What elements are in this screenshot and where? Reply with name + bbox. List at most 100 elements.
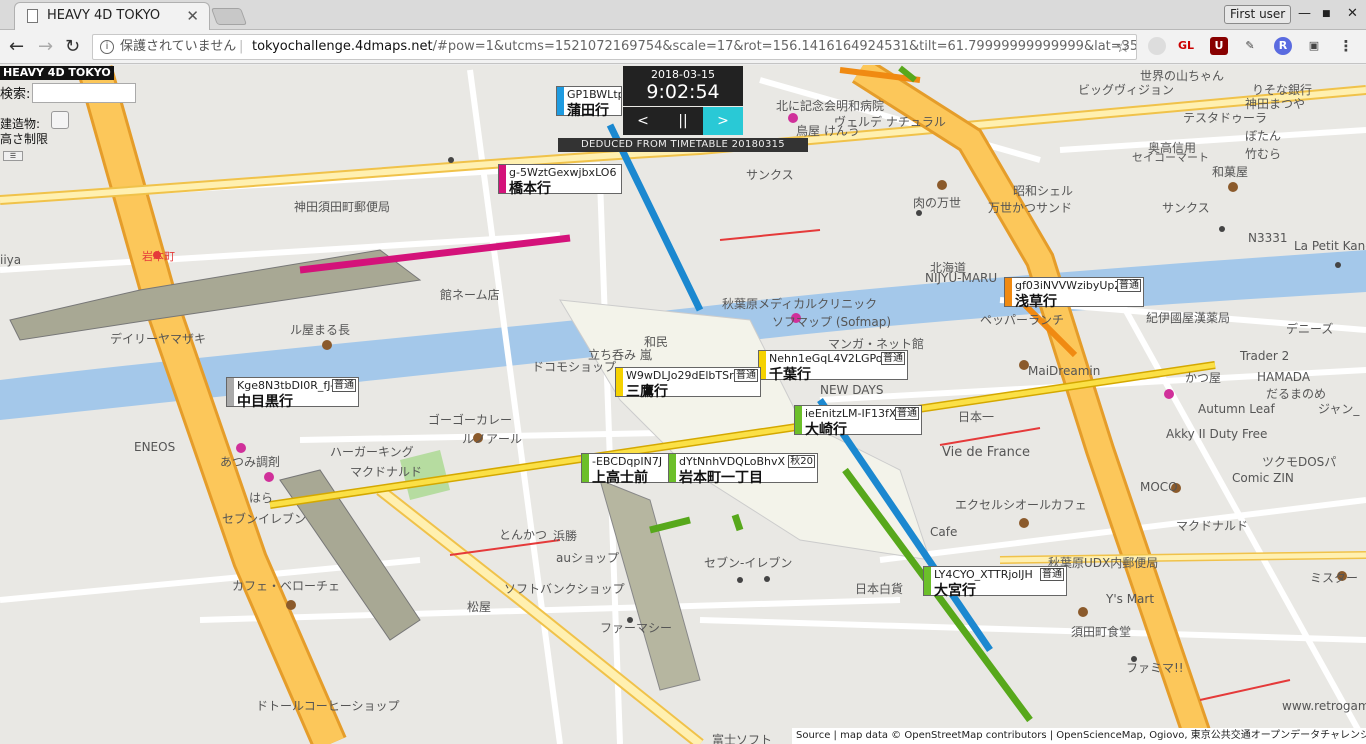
maximize-icon[interactable]: ■ bbox=[1322, 9, 1331, 19]
info-icon[interactable]: i bbox=[100, 40, 114, 54]
map-label: ルノアール bbox=[462, 432, 523, 446]
back-icon[interactable]: ← bbox=[9, 36, 24, 57]
minimize-icon[interactable]: — bbox=[1298, 6, 1311, 21]
train-line-color bbox=[616, 368, 623, 396]
train-label[interactable]: gf03iNVVWzibyUpZ 浅草行 普通 bbox=[1004, 277, 1144, 310]
map-label: マクドナルド bbox=[1176, 519, 1249, 533]
map-label: ゴーゴーカレー bbox=[428, 413, 513, 427]
map-label: ドトールコーヒーショップ bbox=[256, 699, 400, 713]
extension-gl-icon[interactable]: GL bbox=[1177, 37, 1195, 55]
train-destination: 橋本行 bbox=[509, 181, 551, 197]
security-status: 保護されていません bbox=[120, 39, 237, 54]
eyedropper-icon[interactable]: ✎ bbox=[1241, 37, 1259, 55]
next-button[interactable]: > bbox=[703, 107, 743, 135]
train-service-type: 普通 bbox=[332, 379, 356, 392]
train-label[interactable]: W9wDLJo29dElbTSr 三鷹行 普通 bbox=[615, 367, 761, 400]
map-label: セブンイレブン bbox=[222, 512, 307, 526]
reload-icon[interactable]: ↻ bbox=[65, 36, 80, 57]
map-label: ジャン_ bbox=[1318, 402, 1360, 416]
address-separator: | bbox=[239, 39, 244, 54]
map-label: 富士ソフト bbox=[712, 733, 773, 744]
map-label: テスタドゥーラ bbox=[1183, 111, 1268, 125]
search-box: 検索: bbox=[0, 83, 136, 103]
map-label: Trader 2 bbox=[1240, 349, 1290, 363]
train-service-type: 普通 bbox=[881, 352, 905, 365]
train-destination: 蒲田行 bbox=[567, 103, 609, 119]
train-label[interactable]: ieEnitzLM-IF13fX 大崎行 普通 bbox=[794, 405, 922, 438]
search-label: 検索: bbox=[0, 87, 31, 102]
user-profile-button[interactable]: First user bbox=[1224, 5, 1292, 24]
map-label: ハーガーキング bbox=[330, 445, 414, 459]
search-input[interactable] bbox=[32, 83, 136, 103]
menu-dots-icon[interactable]: ⋮ bbox=[1337, 37, 1355, 55]
train-label[interactable]: Kge8N3tbDI0R_fJ- 中目黒行 普通 bbox=[226, 377, 359, 410]
train-destination: 大崎行 bbox=[805, 422, 847, 438]
url-text: tokyochallenge.4dmaps.net/#pow=1&utcms=1… bbox=[252, 35, 1136, 59]
train-label[interactable]: g-5WztGexwjbxLO6 橋本行 bbox=[498, 164, 622, 197]
extension-circle-icon[interactable] bbox=[1148, 37, 1166, 55]
train-label[interactable]: LY4CYO_XTTRjolJH 大宮行 普通 bbox=[923, 566, 1067, 599]
train-destination: 浅草行 bbox=[1015, 294, 1057, 310]
map-label: ドコモショップ bbox=[532, 360, 617, 374]
height-limit-label: 高さ制限 bbox=[0, 132, 49, 146]
train-destination: 千葉行 bbox=[769, 367, 811, 383]
tab-close-icon[interactable]: ✕ bbox=[186, 7, 199, 25]
train-line-color bbox=[924, 567, 931, 595]
map-label: 竹むら bbox=[1245, 147, 1282, 161]
map-label: 和菓屋 bbox=[1212, 165, 1249, 179]
map-label: 館ネーム店 bbox=[440, 288, 500, 302]
train-destination: 上高士前 bbox=[592, 470, 648, 486]
map-label: NEW DAYS bbox=[820, 383, 884, 397]
map-label: ファミマ!! bbox=[1126, 661, 1184, 675]
train-destination: 大宮行 bbox=[934, 583, 976, 599]
map-label: Akky II Duty Free bbox=[1166, 427, 1268, 441]
train-line-color bbox=[669, 454, 676, 482]
browser-tab[interactable]: HEAVY 4D TOKYO ✕ bbox=[14, 2, 210, 30]
train-label[interactable]: GP1BWLtplIKyG 蒲田行 bbox=[556, 86, 622, 119]
new-tab-button[interactable] bbox=[210, 8, 248, 25]
timetable-source-label: DEDUCED FROM TIMETABLE 20180315 bbox=[558, 138, 808, 152]
map-label: 須田町食堂 bbox=[1071, 625, 1132, 639]
building-height-toggle[interactable] bbox=[51, 111, 69, 129]
map-label: 日本白貨 bbox=[855, 582, 904, 596]
map-label: 浜勝 bbox=[553, 529, 578, 543]
map-label: はら bbox=[249, 491, 274, 505]
map-label: N3331 bbox=[1248, 231, 1288, 245]
forward-icon[interactable]: → bbox=[38, 36, 53, 57]
map-label: 昭和シェル bbox=[1013, 184, 1074, 198]
extension-r-icon[interactable]: R bbox=[1274, 37, 1292, 55]
map-label-station: 岩本町 bbox=[142, 250, 175, 263]
map-label: ヴェルデ ナチュラル bbox=[834, 115, 946, 129]
map-attribution[interactable]: Source | map data © OpenStreetMap contri… bbox=[792, 728, 1366, 744]
map-label: あつみ調剤 bbox=[220, 455, 281, 469]
map-label: とんかつ bbox=[499, 528, 548, 542]
map-label: ソフマップ (Sofmap) bbox=[772, 315, 892, 329]
train-destination: 岩本町一丁目 bbox=[679, 470, 763, 486]
map-label: 万世かつサンド bbox=[988, 201, 1073, 215]
close-window-icon[interactable]: ✕ bbox=[1347, 6, 1358, 21]
map-label: 神田須田町郵便局 bbox=[294, 200, 391, 214]
map-label: La Petit Kang bbox=[1294, 239, 1366, 253]
map-label: デイリーヤマザキ bbox=[110, 332, 207, 346]
train-service-type: 秋20 bbox=[788, 455, 815, 468]
train-destination: 三鷹行 bbox=[626, 384, 668, 400]
prev-button[interactable]: < bbox=[623, 107, 663, 135]
map-label: カフェ・ベローチェ bbox=[232, 579, 341, 593]
map-label: Cafe bbox=[930, 525, 958, 539]
bookmark-star-icon[interactable]: ☆ bbox=[1116, 35, 1130, 59]
browser-tab-strip: HEAVY 4D TOKYO ✕ First user — ■ ✕ bbox=[0, 0, 1366, 30]
map-label: ENEOS bbox=[134, 440, 176, 454]
map-canvas[interactable]: 世界の山ちゃん ビッグヴィジョン りそな銀行 神田まつや テスタドゥーラ ぼたん… bbox=[0, 65, 1366, 744]
ublock-icon[interactable]: U bbox=[1210, 37, 1228, 55]
extension-box-icon[interactable]: ▣ bbox=[1305, 37, 1323, 55]
train-label[interactable]: Nehn1eGqL4V2LGPo 千葉行 普通 bbox=[758, 350, 908, 383]
map-label: auショップ bbox=[556, 551, 619, 565]
pause-button[interactable]: || bbox=[663, 107, 703, 135]
clock-time: 9:02:54 bbox=[646, 81, 720, 103]
map-label: 北に記念会明和病院 bbox=[776, 99, 885, 113]
train-label[interactable]: dYtNnhVDQLoBhvX 岩本町一丁目 秋20 bbox=[668, 453, 818, 486]
train-line-color bbox=[582, 454, 589, 482]
train-label[interactable]: -EBCDqpIN7J 上高士前 bbox=[581, 453, 669, 486]
menu-icon[interactable]: ☰ bbox=[3, 151, 23, 161]
address-bar[interactable]: i 保護されていません | tokyochallenge.4dmaps.net/… bbox=[92, 34, 1137, 60]
